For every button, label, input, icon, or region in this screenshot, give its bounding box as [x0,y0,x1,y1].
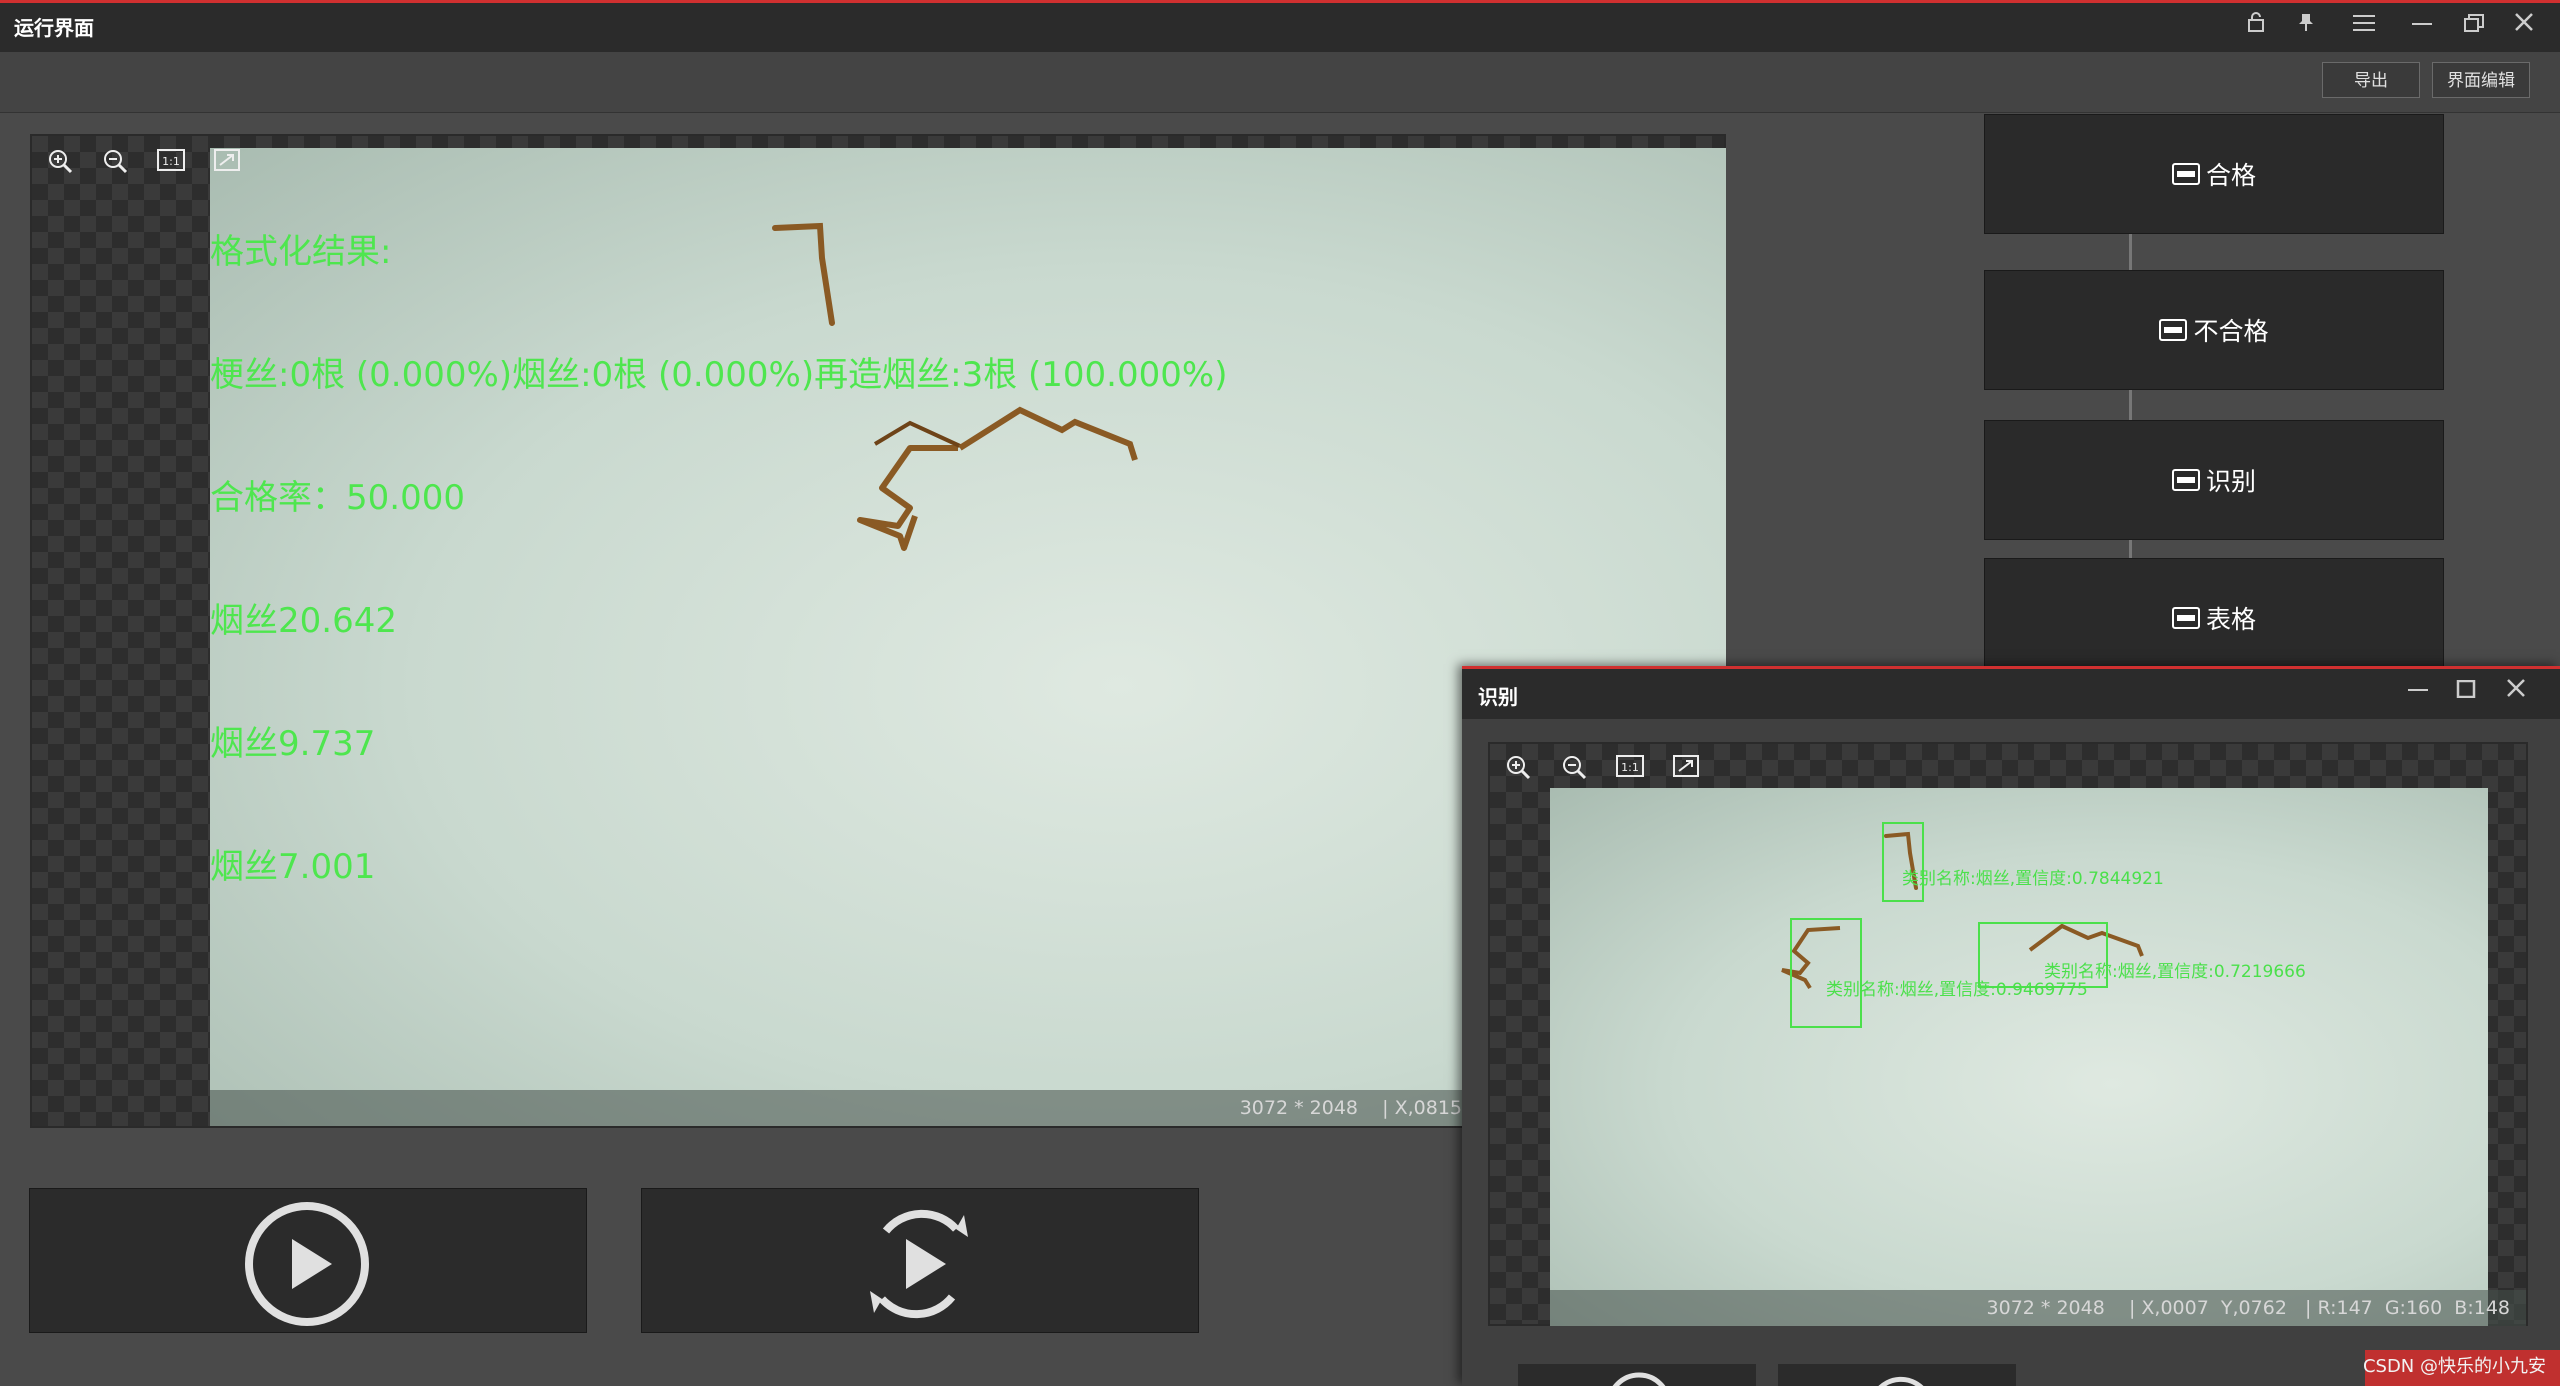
pass-label: 合格 [2205,161,2256,190]
recognition-status-bar: 3072 * 2048 | X,0007 Y,0762 | R:147 G:16… [1550,1290,2526,1326]
overlay-line: 烟丝9.737 [210,724,376,764]
fit-icon[interactable] [1672,754,1700,782]
menu-icon[interactable] [2346,10,2382,40]
window-icon [2171,607,2200,629]
recognition-window-title: 识别 [1478,685,1518,709]
detection-box [1790,918,1862,1028]
svg-text:1:1: 1:1 [1621,761,1639,774]
overlay-line: 格式化结果: [210,232,392,272]
close-icon[interactable] [2506,10,2542,40]
recognition-window-titlebar[interactable] [1462,669,2560,719]
window-icon [2159,319,2188,341]
pass-button[interactable]: 合格 [1984,114,2444,234]
recognition-status-text: 3072 * 2048 | X,0007 Y,0762 | R:147 G:16… [1986,1297,2510,1319]
maximize-icon[interactable] [2448,676,2484,706]
overlay-line: 梗丝:0根 (0.000%)烟丝:0根 (0.000%)再造烟丝:3根 (100… [210,355,1228,395]
connector-line [2129,234,2132,270]
actual-size-icon[interactable]: 1:1 [157,148,185,176]
loop-play-icon [870,1209,968,1319]
connector-line [2129,390,2132,420]
overlay-line: 烟丝20.642 [210,601,397,641]
pin-icon[interactable] [2288,10,2324,40]
window-icon [2171,469,2200,491]
svg-text:1:1: 1:1 [162,155,180,168]
overlay-line: 合格率：50.000 [210,478,465,518]
actual-size-icon[interactable]: 1:1 [1616,754,1644,782]
overlay-line: 烟丝7.001 [210,847,376,887]
detection-label: 类别名称:烟丝,置信度:0.7219666 [2044,962,2306,982]
main-status-text: 3072 * 2048 | X,0815 [1239,1097,1462,1119]
fit-icon[interactable] [213,148,241,176]
recognition-continuous-button[interactable] [1778,1364,2016,1386]
table-button[interactable]: 表格 [1984,558,2444,678]
play-icon [245,1202,369,1326]
window-title: 运行界面 [14,16,94,40]
edit-layout-button[interactable]: 界面编辑 [2432,62,2530,98]
recognition-run-once-button[interactable] [1518,1364,1756,1386]
zoom-out-icon[interactable] [101,148,129,176]
fail-label: 不合格 [2193,317,2269,346]
connector-line [2129,540,2132,558]
minimize-icon[interactable] [2404,10,2440,40]
run-once-button[interactable] [29,1188,587,1333]
recognize-label: 识别 [2205,467,2256,496]
lock-icon[interactable] [2238,10,2274,40]
export-button[interactable]: 导出 [2322,62,2420,98]
main-status-bar: 3072 * 2048 | X,0815 [210,1090,1462,1126]
title-bar [0,0,2560,52]
zoom-out-icon[interactable] [1560,754,1588,782]
result-overlay: 格式化结果: 梗丝:0根 (0.000%)烟丝:0根 (0.000%)再造烟丝:… [210,150,1227,929]
restore-icon[interactable] [2456,10,2492,40]
window-icon [2171,163,2200,185]
play-icon [1612,1372,1666,1386]
table-label: 表格 [2205,605,2256,634]
fail-button[interactable]: 不合格 [1984,270,2444,390]
watermark-text: CSDN @快乐的小九安 [2362,1356,2546,1377]
continuous-run-button[interactable] [641,1188,1199,1333]
detection-box [1882,822,1924,902]
zoom-in-icon[interactable] [46,148,74,176]
minimize-icon[interactable] [2400,676,2436,706]
recognize-button[interactable]: 识别 [1984,420,2444,540]
secondary-toolbar [0,52,2560,113]
zoom-in-icon[interactable] [1504,754,1532,782]
detection-label: 类别名称:烟丝,置信度:0.7844921 [1902,869,2164,889]
loop-play-icon [1878,1376,1924,1386]
close-icon[interactable] [2498,676,2534,706]
